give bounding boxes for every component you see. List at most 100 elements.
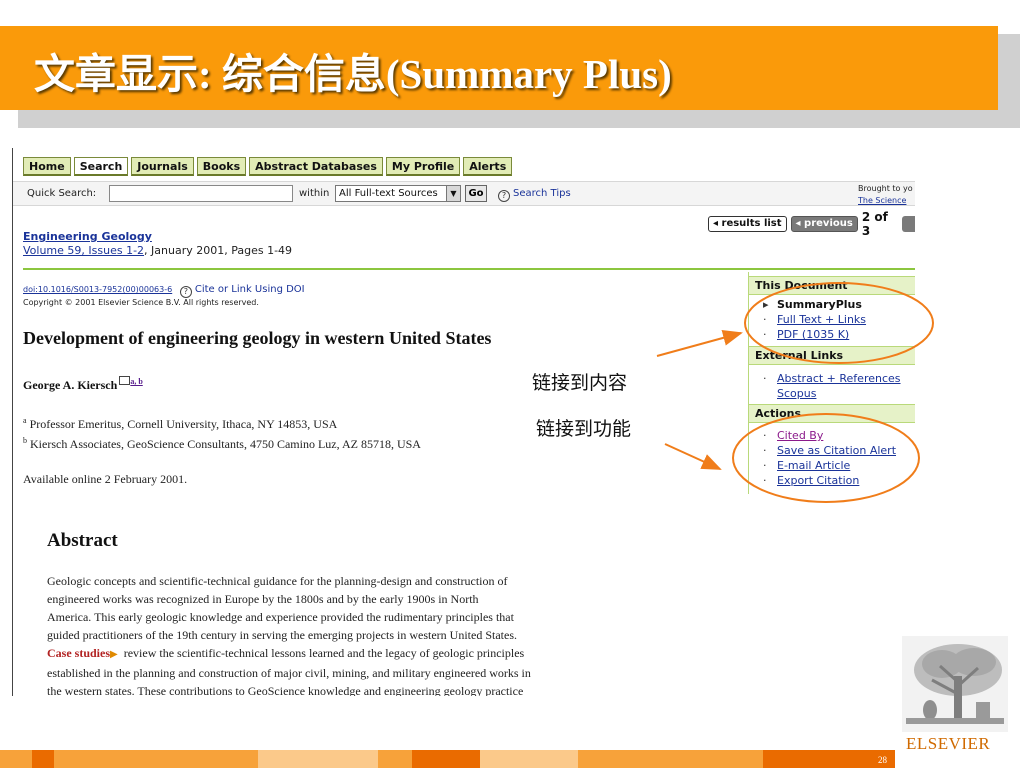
article-title: Development of engineering geology in we… (23, 328, 492, 348)
tab-my-profile[interactable]: My Profile (385, 157, 461, 176)
case-studies-link[interactable]: Case studies (47, 646, 110, 660)
tab-search[interactable]: Search (73, 157, 129, 176)
save-citation-alert-link[interactable]: Save as Citation Alert (777, 444, 896, 457)
affiliation-text: Professor Emeritus, Cornell University, … (29, 417, 338, 431)
results-list-button[interactable]: ◂ results list (708, 216, 787, 232)
volume-line: Volume 59, Issues 1-2, January 2001, Pag… (23, 244, 292, 257)
tab-abstract-databases[interactable]: Abstract Databases (249, 157, 383, 176)
current-arrow-icon: ▸ (763, 298, 769, 311)
abstract-text: review the scientific-technical lessons … (120, 646, 525, 660)
doi-line: doi:10.1016/S0013-7952(00)00063-6 ? Cite … (23, 284, 305, 298)
help-icon: ? (179, 286, 192, 298)
screenshot-panel: Home Search Journals Books Abstract Data… (12, 148, 915, 696)
bullet-icon: · (763, 372, 767, 385)
volume-link[interactable]: Volume 59, Issues 1-2 (23, 244, 144, 257)
tab-alerts[interactable]: Alerts (463, 157, 513, 176)
abstract-line: engineered works was recognized in Europ… (47, 592, 479, 606)
bullet-icon: · (763, 474, 767, 487)
bullet-icon: · (763, 444, 767, 457)
pdf-link[interactable]: PDF (1035 K) (777, 328, 849, 341)
author-name: George A. Kiersch (23, 378, 118, 392)
bullet-icon: · (763, 313, 767, 326)
copyright: Copyright © 2001 Elsevier Science B.V. A… (23, 298, 259, 307)
tab-journals[interactable]: Journals (131, 157, 194, 176)
result-pager: ◂ results list ◂ previous 2 of 3 (708, 210, 915, 238)
abstract-references-link[interactable]: Abstract + References (777, 372, 901, 385)
footer-stripe (0, 750, 895, 768)
bullet-icon: · (763, 459, 767, 472)
main-nav: Home Search Journals Books Abstract Data… (23, 157, 513, 176)
source-select[interactable]: All Full-text Sources ▼ (335, 185, 461, 202)
result-count: 2 of 3 (861, 210, 888, 238)
elsevier-tree-logo (902, 636, 1008, 732)
email-icon[interactable] (119, 376, 131, 385)
search-tips-label: Search Tips (513, 188, 571, 199)
full-text-link[interactable]: Full Text + Links (777, 313, 866, 326)
brought-to-you: Brought to yo The Science (858, 183, 913, 207)
this-document-header: This Document (749, 276, 915, 295)
email-article-item: · E-mail Article (763, 459, 850, 473)
annotation-content-link: 链接到内容 (532, 372, 628, 394)
help-icon: ? (498, 190, 510, 202)
abstract-line: established in the planning and construc… (47, 666, 531, 680)
brought-link[interactable]: The Science (858, 195, 913, 207)
elsevier-wordmark: ELSEVIER (906, 734, 991, 753)
export-citation-link[interactable]: Export Citation (777, 474, 859, 487)
search-tips-link[interactable]: ? Search Tips (498, 188, 571, 202)
cited-by-item: · Cited By (763, 429, 823, 443)
brought-line: Brought to yo (858, 184, 913, 193)
abstract-line: the western states. These contributions … (47, 684, 524, 696)
save-alert-item: · Save as Citation Alert (763, 444, 896, 458)
next-button[interactable] (901, 216, 915, 232)
page-number: 28 (878, 755, 887, 765)
external-links-header: External Links (749, 346, 915, 365)
select-arrow-icon[interactable]: ▼ (446, 186, 460, 201)
journal-link[interactable]: Engineering Geology (23, 230, 152, 243)
actions-header: Actions (749, 404, 915, 423)
author-line: George A. Kiersch a, b (23, 376, 143, 393)
slide-title: 文章显示: 综合信息(Summary Plus) (34, 51, 672, 97)
divider (23, 268, 915, 270)
abstract-heading: Abstract (47, 530, 118, 551)
abstract-line: America. This early geologic knowledge a… (47, 610, 514, 624)
quick-search-bar: Quick Search: within All Full-text Sourc… (13, 181, 915, 206)
cite-doi-link[interactable]: Cite or Link Using DOI (195, 284, 305, 295)
scopus-item: Scopus (763, 387, 816, 401)
available-online: Available online 2 February 2001. (23, 472, 188, 486)
abstract-line: guided practitioners of the 19th century… (47, 628, 517, 642)
pdf-item: · PDF (1035 K) (763, 328, 849, 342)
summary-plus-label: SummaryPlus (777, 298, 862, 311)
cited-by-link[interactable]: Cited By (777, 429, 823, 442)
bullet-icon: · (763, 429, 767, 442)
affiliation-b: b Kiersch Associates, GeoScience Consult… (23, 436, 421, 452)
affiliation-text: Kiersch Associates, GeoScience Consultan… (30, 437, 421, 451)
abstract-line: Case studies▶ review the scientific-tech… (47, 644, 627, 664)
affiliation-sup: a (23, 416, 27, 425)
scopus-link[interactable]: Scopus (777, 387, 816, 400)
within-label: within (299, 188, 330, 199)
full-text-item: · Full Text + Links (763, 313, 866, 327)
previous-button[interactable]: ◂ previous (790, 216, 858, 232)
bullet-icon: · (763, 328, 767, 341)
tab-books[interactable]: Books (196, 157, 247, 176)
abstract-line: Geologic concepts and scientific-technic… (47, 574, 508, 588)
email-article-link[interactable]: E-mail Article (777, 459, 850, 472)
previous-label: previous (804, 218, 853, 229)
tab-home[interactable]: Home (23, 157, 71, 176)
volume-date: , January 2001, Pages 1-49 (144, 244, 293, 257)
quick-search-label: Quick Search: (27, 188, 97, 199)
doi-link[interactable]: doi:10.1016/S0013-7952(00)00063-6 (23, 285, 172, 294)
document-sidebar: This Document ▸ SummaryPlus · Full Text + … (748, 272, 915, 494)
quick-search-input[interactable] (109, 185, 293, 202)
affiliation-sup: b (23, 436, 27, 445)
annotation-function-link: 链接到功能 (536, 418, 632, 440)
affiliation-a: a Professor Emeritus, Cornell University… (23, 416, 337, 432)
export-citation-item: · Export Citation (763, 474, 859, 488)
summary-plus-current: ▸ SummaryPlus (763, 298, 862, 312)
author-affiliation-refs[interactable]: a, b (130, 377, 142, 386)
go-button[interactable]: Go (465, 185, 487, 202)
abstract-refs-item: · Abstract + References (763, 372, 901, 386)
source-select-value: All Full-text Sources (339, 188, 438, 199)
arrow-right-icon: ▶ (110, 649, 118, 660)
results-list-label: results list (721, 218, 782, 229)
